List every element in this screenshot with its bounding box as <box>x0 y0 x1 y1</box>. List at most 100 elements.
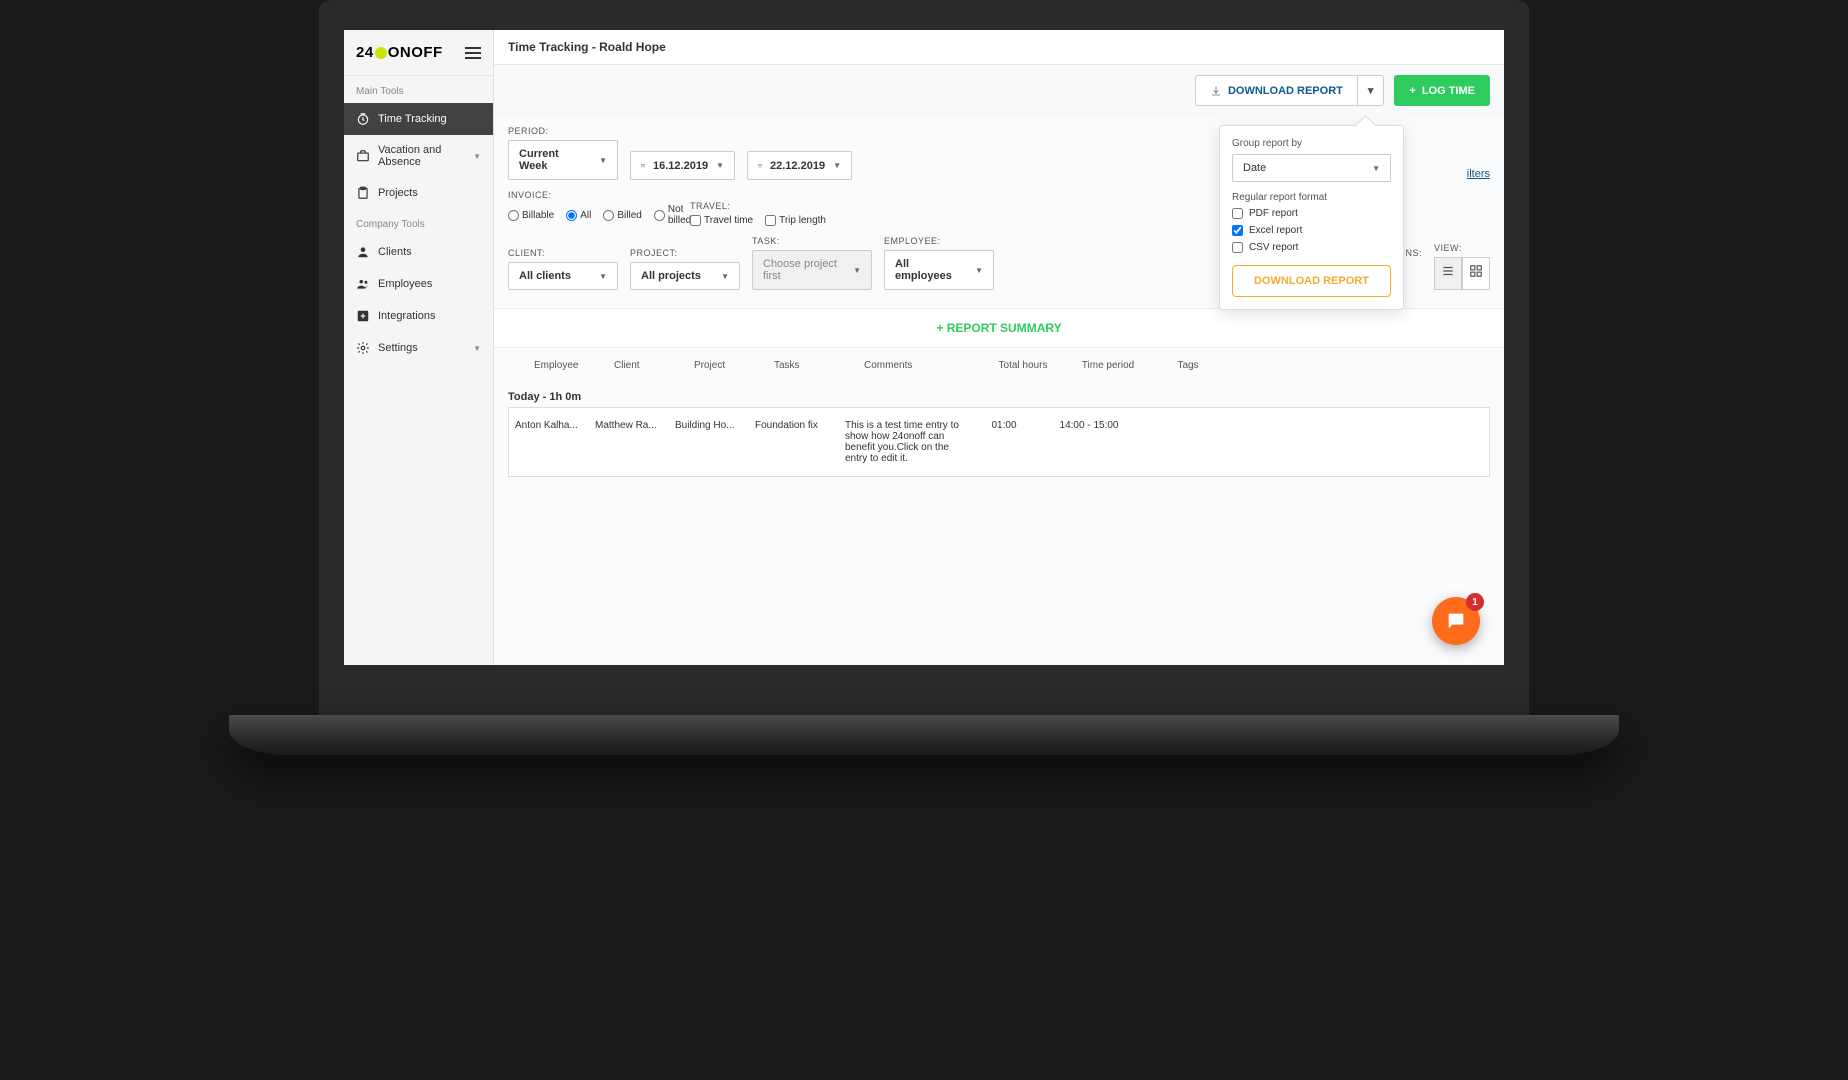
cell-employee: Anton Kalha... <box>509 416 589 468</box>
app-logo[interactable]: 24 ONOFF <box>356 44 443 61</box>
cell-period: 14:00 - 15:00 <box>1039 416 1139 468</box>
users-icon <box>356 277 370 291</box>
check-trip-length[interactable]: Trip length <box>765 215 826 226</box>
list-icon <box>1441 264 1455 278</box>
sidebar-item-settings[interactable]: Settings ▼ <box>344 332 493 364</box>
grid-icon <box>1469 264 1483 278</box>
chevron-down-icon: ▼ <box>975 266 983 275</box>
chevron-down-icon: ▼ <box>473 344 481 353</box>
check-travel-time[interactable]: Travel time <box>690 215 753 226</box>
period-select[interactable]: Current Week ▼ <box>508 140 618 180</box>
invoice-label: INVOICE: <box>508 190 678 200</box>
travel-label: TRAVEL: <box>690 201 840 211</box>
summary-label: REPORT SUMMARY <box>947 321 1062 335</box>
client-value: All clients <box>519 270 571 282</box>
nav-label: Integrations <box>378 310 435 322</box>
gear-icon <box>356 341 370 355</box>
table-row[interactable]: Anton Kalha... Matthew Ra... Building Ho… <box>508 407 1490 477</box>
task-label: TASK: <box>752 236 872 246</box>
employee-select[interactable]: All employees ▼ <box>884 250 994 290</box>
cell-tags <box>1139 416 1199 468</box>
user-icon <box>356 245 370 259</box>
cell-comment: This is a test time entry to show how 24… <box>839 416 969 468</box>
period-label: PERIOD: <box>508 126 618 136</box>
project-value: All projects <box>641 270 701 282</box>
sidebar-item-integrations[interactable]: Integrations <box>344 300 493 332</box>
th-client: Client <box>608 356 688 375</box>
logo-prefix: 24 <box>356 44 374 61</box>
client-label: CLIENT: <box>508 248 618 258</box>
th-project: Project <box>688 356 768 375</box>
nav-label: Time Tracking <box>378 113 447 125</box>
logo-suffix: ONOFF <box>388 44 443 61</box>
popup-download-button[interactable]: DOWNLOAD REPORT <box>1232 265 1391 297</box>
clock-icon <box>356 112 370 126</box>
radio-billable[interactable]: Billable <box>508 210 554 221</box>
th-time-period: Time period <box>1058 356 1158 375</box>
chevron-down-icon: ▼ <box>473 152 481 161</box>
th-tags: Tags <box>1158 356 1218 375</box>
date-from-value: 16.12.2019 <box>653 160 708 172</box>
chevron-down-icon: ▼ <box>599 156 607 165</box>
sidebar-item-clients[interactable]: Clients <box>344 236 493 268</box>
chevron-down-icon: ▼ <box>599 272 607 281</box>
chevron-down-icon: ▼ <box>833 161 841 170</box>
section-company-label: Company Tools <box>344 209 493 236</box>
download-icon <box>1210 85 1222 97</box>
download-dropdown-toggle[interactable]: ▾ <box>1358 75 1385 106</box>
project-select[interactable]: All projects ▼ <box>630 262 740 290</box>
sidebar: 24 ONOFF Main Tools Time Tracking Vacati… <box>344 30 494 665</box>
menu-icon[interactable] <box>465 47 481 59</box>
period-value: Current Week <box>519 148 589 172</box>
view-grid-button[interactable] <box>1462 257 1490 290</box>
plus-icon: + <box>936 321 946 335</box>
th-tasks: Tasks <box>768 356 858 375</box>
task-select[interactable]: Choose project first ▼ <box>752 250 872 290</box>
cell-client: Matthew Ra... <box>589 416 669 468</box>
nav-label: Employees <box>378 278 432 290</box>
chat-icon <box>1445 610 1467 632</box>
group-by-select[interactable]: Date ▼ <box>1232 154 1391 182</box>
download-report-label: DOWNLOAD REPORT <box>1228 85 1343 97</box>
sidebar-item-projects[interactable]: Projects <box>344 177 493 209</box>
nav-label: Settings <box>378 342 418 354</box>
logo-row: 24 ONOFF <box>344 30 493 76</box>
calendar-icon <box>641 159 645 172</box>
check-pdf[interactable]: PDF report <box>1232 208 1391 219</box>
th-employee: Employee <box>528 356 608 375</box>
sidebar-item-time-tracking[interactable]: Time Tracking <box>344 103 493 135</box>
chevron-down-icon: ▼ <box>1372 164 1380 173</box>
sidebar-item-employees[interactable]: Employees <box>344 268 493 300</box>
format-label: Regular report format <box>1232 192 1391 203</box>
cell-task: Foundation fix <box>749 416 839 468</box>
page-title: Time Tracking - Roald Hope <box>494 30 1504 65</box>
sidebar-item-vacation[interactable]: Vacation and Absence ▼ <box>344 135 493 177</box>
check-csv[interactable]: CSV report <box>1232 242 1391 253</box>
clipboard-icon <box>356 186 370 200</box>
check-excel[interactable]: Excel report <box>1232 225 1391 236</box>
radio-all[interactable]: All <box>566 210 591 221</box>
download-report-button[interactable]: DOWNLOAD REPORT <box>1195 75 1358 106</box>
date-to-select[interactable]: 22.12.2019 ▼ <box>747 151 852 180</box>
calendar-icon <box>758 159 762 172</box>
reset-filters-link[interactable]: ilters <box>1467 168 1490 180</box>
employee-label: EMPLOYEE: <box>884 236 994 246</box>
employee-value: All employees <box>895 258 965 282</box>
cell-project: Building Ho... <box>669 416 749 468</box>
section-main-label: Main Tools <box>344 76 493 103</box>
download-report-popup: Group report by Date ▼ Regular report fo… <box>1219 125 1404 310</box>
chevron-down-icon: ▼ <box>716 161 724 170</box>
radio-billed[interactable]: Billed <box>603 210 641 221</box>
client-select[interactable]: All clients ▼ <box>508 262 618 290</box>
time-entries-table: Employee Client Project Tasks Comments T… <box>494 348 1504 477</box>
cell-hours: 01:00 <box>969 416 1039 468</box>
view-list-button[interactable] <box>1434 257 1462 290</box>
log-time-button[interactable]: + LOG TIME <box>1394 75 1490 106</box>
chat-button[interactable]: 1 <box>1432 597 1480 645</box>
project-label: PROJECT: <box>630 248 740 258</box>
report-summary-toggle[interactable]: + REPORT SUMMARY <box>494 308 1504 348</box>
chevron-down-icon: ▾ <box>1368 84 1374 97</box>
chevron-down-icon: ▼ <box>853 266 861 275</box>
radio-not-billed[interactable]: Not billed <box>654 204 691 226</box>
date-from-select[interactable]: 16.12.2019 ▼ <box>630 151 735 180</box>
